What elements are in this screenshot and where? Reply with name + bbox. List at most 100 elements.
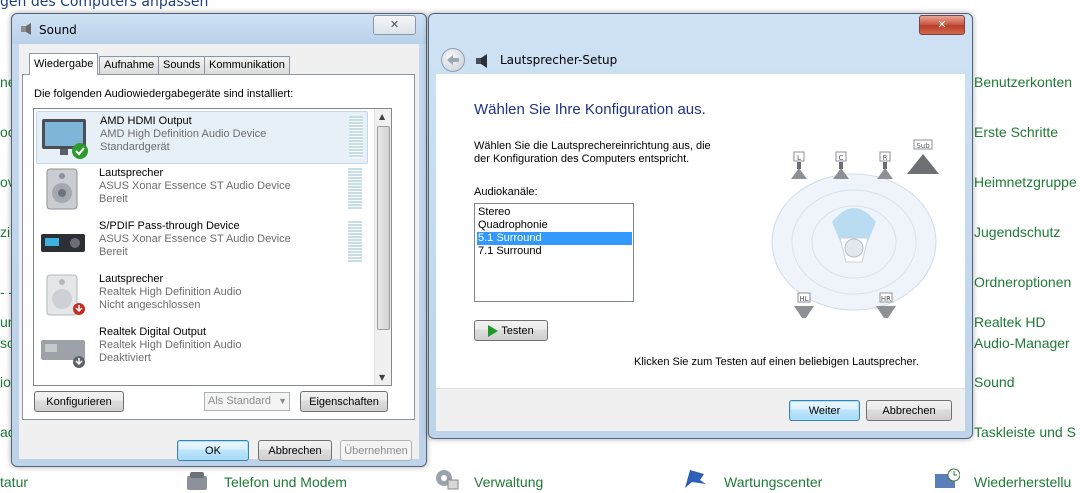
sound-client-area: Wiedergabe Aufnahme Sounds Kommunikation… [19,44,419,461]
channels-label: Audiokanäle: [474,186,538,198]
chevron-down-icon: ▼ [278,396,287,406]
channel-option-quadrophonie[interactable]: Quadrophonie [477,219,632,232]
speaker-front-left[interactable]: L [791,151,807,179]
action-center-flag-icon [685,470,706,488]
device-driver: ASUS Xonar Essence ST Audio Device [99,233,291,245]
device-list-scrollbar[interactable]: ▲ ▼ [374,109,391,385]
sound-tabstrip: Wiedergabe Aufnahme Sounds Kommunikation [27,53,417,76]
device-status: Deaktiviert [99,352,151,364]
list-item[interactable]: Realtek Digital Output Realtek High Defi… [36,323,366,374]
device-driver: AMD High Definition Audio Device [100,128,267,140]
setup-close-button[interactable]: ✕ [919,15,965,35]
channel-option-7-1-surround[interactable]: 7.1 Surround [477,245,632,258]
cp-link-audio-manager[interactable]: Audio-Manager [974,335,1070,351]
cp-link-erste-schritte[interactable]: Erste Schritte [974,124,1058,140]
cp-link-ordneroptionen[interactable]: Ordneroptionen [974,274,1071,290]
cp-link-tastatur[interactable]: tatur [0,474,28,490]
scroll-down-icon[interactable]: ▼ [379,373,385,382]
tab-aufnahme[interactable]: Aufnahme [99,56,160,74]
cp-link-jugendschutz[interactable]: Jugendschutz [974,224,1060,240]
setup-cancel-button[interactable]: Abbrechen [866,400,952,421]
administrative-tools-icon [436,470,459,490]
next-button[interactable]: Weiter [789,400,860,421]
setup-heading: Wählen Sie Ihre Konfiguration aus. [474,101,706,118]
device-name: S/PDIF Pass-through Device [99,220,240,232]
test-button-label: Testen [501,325,534,337]
device-name: AMD HDMI Output [100,115,192,127]
cp-link-verwaltung[interactable]: Verwaltung [474,474,543,490]
speaker-icon [46,168,78,210]
cp-link-wiederherstellung[interactable]: Wiederherstellu [974,474,1071,490]
channel-option-stereo[interactable]: Stereo [477,206,632,219]
speaker-label-c: C [839,154,844,162]
cp-link-wartungscenter[interactable]: Wartungscenter [724,474,822,490]
set-default-combo[interactable]: Als Standard ▼ [204,392,290,411]
setup-description-line1: Wählen Sie die Lautsprechereinrichtung a… [474,140,711,152]
play-icon [488,325,499,338]
device-status: Nicht angeschlossen [99,299,201,311]
scroll-thumb[interactable] [377,126,390,330]
cp-link-heimnetzgruppe[interactable]: Heimnetzgruppe [974,174,1077,190]
volume-meter [348,221,362,263]
cp-link-left-8[interactable]: io [0,374,11,390]
device-name: Realtek Digital Output [99,326,206,338]
recovery-icon [935,468,960,488]
close-icon: ✕ [389,18,400,31]
list-item[interactable]: S/PDIF Pass-through Device ASUS Xonar Es… [36,217,366,268]
properties-button[interactable]: Eigenschaften [300,391,388,412]
cp-link-taskleiste[interactable]: Taskleiste und S [974,424,1076,440]
setup-description-line2: der Konfiguration des Computers entspric… [474,153,690,165]
configure-button[interactable]: Konfigurieren [34,391,124,412]
playback-device-list[interactable]: AMD HDMI Output AMD High Definition Audi… [33,108,392,386]
speaker-label-hl: HL [799,295,808,303]
sound-app-icon [21,23,31,35]
sound-dialog-title: Sound [39,23,77,37]
speaker-front-right[interactable]: R [877,151,893,179]
scroll-up-icon[interactable]: ▲ [379,112,385,121]
playback-tab-panel: Die folgenden Audiowiedergabegeräte sind… [22,74,415,420]
speaker-label-hr: HR [881,295,891,303]
audio-channels-list[interactable]: Stereo Quadrophonie 5.1 Surround 7.1 Sur… [474,203,634,302]
cancel-button[interactable]: Abbrechen [258,440,332,461]
volume-meter [348,168,362,210]
speaker-subwoofer[interactable]: Sub [907,139,939,174]
device-driver: ASUS Xonar Essence ST Audio Device [99,180,291,192]
channel-option-5-1-surround[interactable]: 5.1 Surround [477,232,632,245]
close-icon: ✕ [937,18,947,31]
cp-link-realtek-hd[interactable]: Realtek HD [974,314,1046,330]
cp-link-left-4[interactable]: zi [0,224,10,240]
speaker-layout-diagram[interactable]: L C R Sub HL HR [766,134,951,324]
volume-meter [349,116,363,158]
ok-button[interactable]: OK [177,440,249,461]
digital-output-disabled-icon [41,340,85,368]
list-item[interactable]: Lautsprecher Realtek High Definition Aud… [36,270,366,321]
back-button[interactable] [441,48,465,72]
speaker-disconnected-icon [46,274,85,316]
cp-link-benutzerkonten[interactable]: Benutzerkonten [974,74,1072,90]
apply-button[interactable]: Übernehmen [340,440,412,461]
speaker-label-sub: Sub [916,142,930,150]
cp-link-sound[interactable]: Sound [974,374,1014,390]
back-arrow-icon [447,55,459,65]
telephone-icon [187,472,207,490]
list-item[interactable]: Lautsprecher ASUS Xonar Essence ST Audio… [36,164,366,215]
setup-footer: Weiter Abbrechen [436,388,965,431]
list-item[interactable]: AMD HDMI Output AMD High Definition Audi… [36,111,368,164]
speaker-setup-dialog: ✕ Lautsprecher-Setup Wählen Sie Ihre Kon… [428,13,973,439]
device-status: Bereit [99,246,128,258]
test-button[interactable]: Testen [474,320,548,341]
tab-kommunikation[interactable]: Kommunikation [204,56,290,74]
receiver-icon [41,234,85,252]
listening-field [771,173,937,311]
tab-sounds[interactable]: Sounds [158,56,206,74]
tab-wiedergabe[interactable]: Wiedergabe [29,53,99,75]
cp-link-telefon-modem[interactable]: Telefon und Modem [224,474,347,490]
sound-close-button[interactable]: ✕ [373,15,416,35]
speaker-small-icon [476,54,487,68]
speaker-label-l: L [797,154,801,162]
device-driver: Realtek High Definition Audio [99,286,242,298]
device-name: Lautsprecher [99,167,164,179]
device-status: Bereit [99,193,128,205]
setup-client-area: Wählen Sie Ihre Konfiguration aus. Wähle… [436,74,965,431]
setup-header: Lautsprecher-Setup [436,44,965,74]
